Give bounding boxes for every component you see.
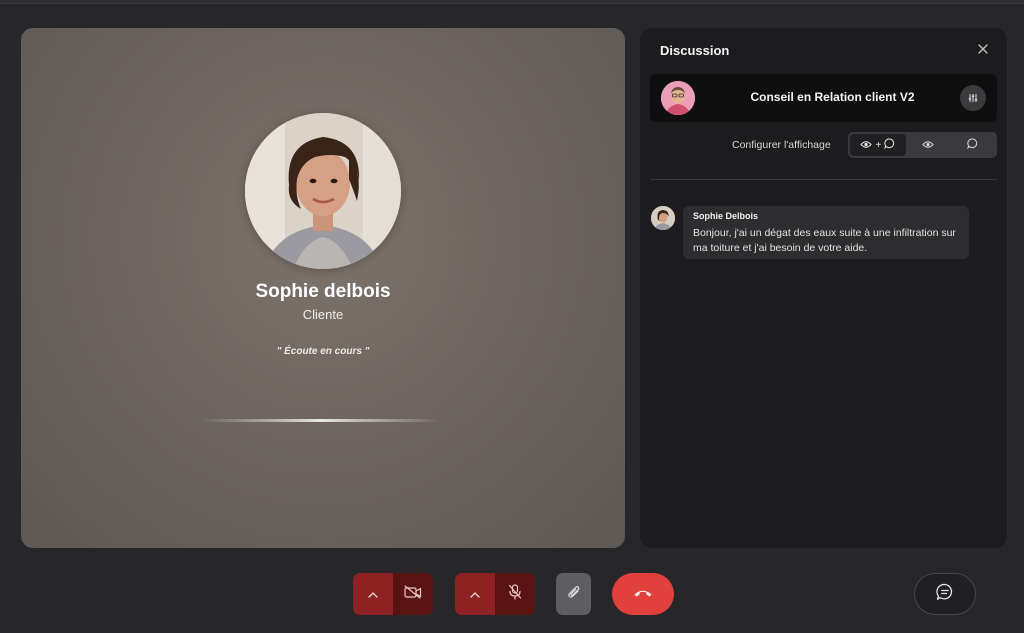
phone-hangup-icon [633, 585, 653, 603]
mic-toggle-button[interactable] [495, 573, 535, 615]
panel-title: Discussion [660, 43, 730, 58]
listening-status: " Écoute en cours " [276, 346, 370, 357]
agent-name: Conseil en Relation client V2 [750, 90, 915, 104]
caller-name: Sophie delbois [255, 281, 391, 302]
agent-card: Conseil en Relation client V2 [650, 74, 997, 122]
message-avatar [651, 206, 675, 230]
chevron-up-icon [368, 585, 378, 603]
video-control-group [353, 573, 433, 615]
video-options-button[interactable] [353, 573, 393, 615]
message-bubble: Sophie Delbois Bonjour, j'ai un dégat de… [683, 206, 969, 259]
close-icon[interactable] [975, 41, 991, 57]
chevron-up-icon [470, 585, 480, 603]
paperclip-icon [567, 584, 581, 605]
attach-button[interactable] [556, 573, 591, 615]
eye-icon [922, 136, 934, 154]
video-off-icon [404, 584, 422, 604]
view-mode-selector: + [848, 132, 997, 158]
caller-role: Cliente [302, 307, 344, 322]
chat-bubble-icon [884, 136, 895, 154]
message-author: Sophie Delbois [693, 211, 759, 221]
video-stage: Sophie delbois Cliente " Écoute en cours… [21, 28, 625, 548]
audio-control-group [455, 573, 535, 615]
equalizer-icon[interactable] [960, 85, 986, 111]
chat-dots-icon [936, 583, 954, 606]
panel-divider [650, 179, 997, 180]
audio-waveform [201, 419, 441, 422]
config-label: Configurer l'affichage [732, 139, 831, 151]
video-toggle-button[interactable] [393, 573, 433, 615]
view-option-eye[interactable] [906, 134, 951, 156]
mic-off-icon [508, 583, 522, 605]
caller-avatar [245, 113, 401, 269]
top-bar [0, 0, 1024, 4]
view-option-eye-chat[interactable]: + [850, 134, 906, 156]
plus-sign: + [875, 139, 882, 151]
agent-avatar [661, 81, 695, 115]
view-option-chat[interactable] [950, 134, 995, 156]
eye-icon [860, 136, 873, 154]
chat-toggle-button[interactable] [914, 573, 976, 615]
audio-options-button[interactable] [455, 573, 495, 615]
message-text: Bonjour, j'ai un dégat des eaux suite à … [693, 227, 956, 254]
discussion-panel: Discussion Conseil en Relation client V2 [640, 28, 1007, 548]
hang-up-button[interactable] [612, 573, 674, 615]
chat-bubble-icon [967, 136, 978, 154]
